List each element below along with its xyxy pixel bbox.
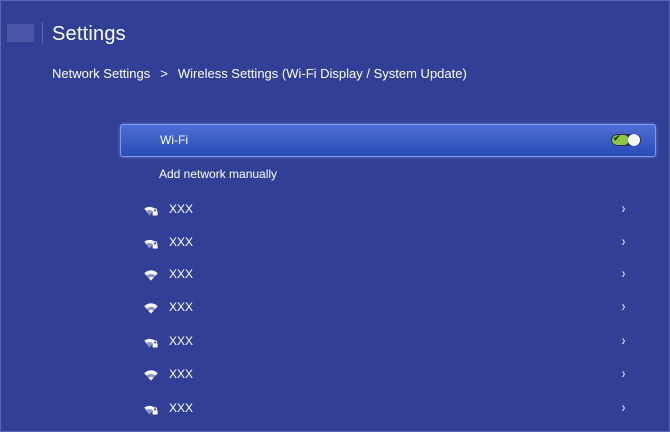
wifi-toggle-switch[interactable]: ✔ bbox=[611, 133, 641, 146]
network-name: XXX bbox=[169, 334, 194, 348]
add-network-manually-item[interactable]: Add network manually bbox=[159, 167, 277, 182]
breadcrumb: Network Settings > Wireless Settings (Wi-F… bbox=[52, 66, 467, 82]
wifi-icon bbox=[144, 301, 158, 314]
network-name: XXX bbox=[169, 401, 194, 415]
network-row[interactable]: XXX › bbox=[120, 363, 656, 387]
app-logo bbox=[7, 24, 34, 42]
wifi-lock-icon bbox=[144, 335, 158, 348]
chevron-right-icon: › bbox=[621, 233, 626, 250]
wifi-lock-icon bbox=[144, 236, 158, 249]
checkmark-icon: ✔ bbox=[613, 133, 621, 143]
chevron-right-icon: › bbox=[621, 265, 626, 282]
page-title: Settings bbox=[52, 23, 126, 45]
wifi-lock-icon bbox=[144, 203, 158, 216]
network-name: XXX bbox=[169, 300, 194, 314]
wifi-lock-icon bbox=[144, 402, 158, 415]
chevron-right-icon: › bbox=[621, 365, 626, 382]
network-row[interactable]: XXX › bbox=[120, 330, 656, 354]
breadcrumb-current: Wireless Settings (Wi-Fi Display / Syste… bbox=[177, 66, 467, 81]
wifi-icon bbox=[144, 268, 158, 281]
header-divider bbox=[42, 22, 43, 44]
breadcrumb-parent[interactable]: Network Settings bbox=[52, 66, 150, 81]
network-row[interactable]: XXX › bbox=[120, 198, 656, 222]
chevron-right-icon: › bbox=[621, 332, 626, 349]
network-name: XXX bbox=[169, 267, 194, 281]
network-row[interactable]: XXX › bbox=[120, 231, 656, 255]
wifi-icon bbox=[144, 368, 158, 381]
network-name: XXX bbox=[169, 235, 194, 249]
network-name: XXX bbox=[169, 202, 194, 216]
network-row[interactable]: XXX › bbox=[120, 263, 656, 287]
chevron-right-icon: › bbox=[621, 399, 626, 416]
toggle-knob bbox=[628, 134, 640, 146]
network-row[interactable]: XXX › bbox=[120, 296, 656, 320]
breadcrumb-separator: > bbox=[160, 66, 168, 81]
chevron-right-icon: › bbox=[621, 200, 626, 217]
wifi-toggle-row[interactable]: Wi-Fi ✔ bbox=[120, 124, 656, 157]
wifi-label: Wi-Fi bbox=[160, 133, 188, 147]
network-row[interactable]: XXX › bbox=[120, 397, 656, 421]
chevron-right-icon: › bbox=[621, 298, 626, 315]
network-name: XXX bbox=[169, 367, 194, 381]
